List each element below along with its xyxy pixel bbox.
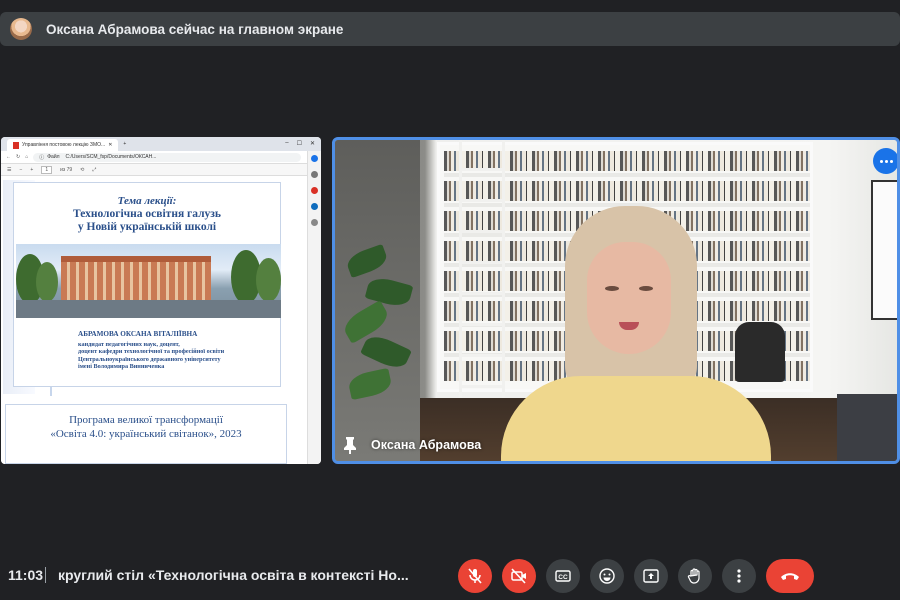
- second-slide: Програма великої трансформації «Освіта 4…: [5, 404, 287, 464]
- more-options-icon[interactable]: [873, 148, 897, 174]
- more-options-button[interactable]: [722, 559, 756, 593]
- emoji-icon: [599, 568, 615, 584]
- eye-decoration: [639, 286, 653, 291]
- address-url: C:/Users/SCM_fsp/Documents/ОКСАН...: [65, 154, 157, 160]
- info-icon: ⓘ: [39, 154, 45, 161]
- mic-off-icon: [468, 568, 482, 584]
- page-number-input[interactable]: 1: [41, 165, 53, 174]
- plant-decoration: [340, 240, 414, 410]
- add-icon[interactable]: [311, 219, 318, 226]
- leaf-decoration: [346, 367, 394, 401]
- author-line: Центральноукраїнського державного універ…: [78, 355, 221, 363]
- address-label: Файл: [47, 154, 60, 160]
- zoom-out-icon[interactable]: −: [19, 167, 22, 173]
- address-field[interactable]: ⓘ Файл C:/Users/SCM_fsp/Documents/ОКСАН.…: [33, 152, 301, 162]
- reload-icon[interactable]: ↻: [16, 154, 20, 160]
- browser-tab-label: Управління постовою лекцію ЗМО...: [22, 142, 106, 148]
- banner-text: Оксана Абрамова сейчас на главном экране: [46, 21, 344, 37]
- present-button[interactable]: [634, 559, 668, 593]
- lecture-heading: Тема лекції:: [117, 195, 177, 207]
- home-icon[interactable]: ⌂: [25, 154, 28, 160]
- camera-tile[interactable]: Оксана Абрамова: [332, 137, 900, 464]
- presentation-tile[interactable]: Управління постовою лекцію ЗМО... ✕ + – …: [1, 137, 321, 464]
- leaf-decoration: [360, 331, 412, 373]
- eye-decoration: [605, 286, 619, 291]
- pdf-icon: [13, 141, 19, 149]
- copilot-icon[interactable]: [311, 155, 318, 162]
- captions-icon: CC: [555, 570, 571, 582]
- title-slide: Тема лекції: Технологічна освітня галузь…: [13, 182, 281, 387]
- leave-call-button[interactable]: [766, 559, 814, 593]
- building-shape: [61, 256, 211, 300]
- zoom-in-icon[interactable]: +: [30, 167, 33, 173]
- raise-hand-button[interactable]: [678, 559, 712, 593]
- pdf-slide: Тема лекції: Технологічна освітня галузь…: [1, 176, 299, 464]
- ladder-decoration: [459, 140, 505, 410]
- address-bar: ← ↻ ⌂ ⓘ Файл C:/Users/SCM_fsp/Documents/…: [1, 151, 321, 164]
- rotate-icon[interactable]: ⟲: [80, 167, 84, 173]
- author-line: імені Володимира Винниченка: [78, 363, 165, 371]
- page-count: из 79: [60, 166, 73, 173]
- clock: 11:03: [8, 567, 44, 583]
- tools-icon[interactable]: [311, 187, 318, 194]
- program-title-line-2: «Освіта 4.0: український світанок», 2023: [50, 428, 242, 440]
- bottom-bar: 11:03 круглий стіл «Технологічна освіта …: [0, 555, 900, 595]
- mic-toggle-button[interactable]: [458, 559, 492, 593]
- close-tab-icon[interactable]: ✕: [108, 142, 112, 148]
- participant-name: Оксана Абрамова: [371, 438, 482, 452]
- menu-icon[interactable]: ☰: [7, 167, 11, 173]
- avatar: [10, 18, 32, 40]
- more-vert-icon: [737, 569, 741, 583]
- author-name: АБРАМОВА ОКСАНА ВІТАЛІЇВНА: [78, 330, 198, 338]
- tree-decoration: [36, 262, 58, 302]
- presenting-banner: Оксана Абрамова сейчас на главном экране: [0, 12, 900, 46]
- camera-off-icon: [511, 568, 526, 584]
- fit-icon[interactable]: ⤢: [92, 167, 96, 173]
- outlook-icon[interactable]: [311, 203, 318, 210]
- browser-tabbar: Управління постовою лекцію ЗМО... ✕ + – …: [1, 137, 321, 151]
- hand-icon: [687, 568, 700, 584]
- camera-toggle-button[interactable]: [502, 559, 536, 593]
- meeting-title: круглий стіл «Технологічна освіта в конт…: [58, 567, 409, 583]
- hang-up-icon: [781, 573, 799, 580]
- captions-button[interactable]: CC: [546, 559, 580, 593]
- browser-tab[interactable]: Управління постовою лекцію ЗМО... ✕: [7, 139, 119, 151]
- edge-sidebar: [307, 151, 321, 464]
- sofa-decoration: [837, 394, 897, 461]
- pin-icon[interactable]: [343, 436, 357, 454]
- maximize-icon[interactable]: ☐: [297, 140, 302, 147]
- program-title: Програма великої трансформації «Освіта 4…: [6, 413, 286, 441]
- lecture-title-line-1: Технологічна освітня галузь: [72, 208, 222, 220]
- leaf-decoration: [340, 300, 392, 344]
- author-line: доцент кафедри технологічної та професій…: [78, 348, 225, 356]
- pdf-toolbar: ☰ − + 1 из 79 ⟲ ⤢: [1, 164, 321, 176]
- author-block: АБРАМОВА ОКСАНА ВІТАЛІЇВНА кандидат педа…: [78, 330, 225, 371]
- search-icon[interactable]: [311, 171, 318, 178]
- participant-video: [501, 206, 771, 461]
- reactions-button[interactable]: [590, 559, 624, 593]
- mouth-decoration: [619, 322, 639, 330]
- university-photo: [16, 244, 281, 318]
- body-decoration: [501, 376, 771, 461]
- present-screen-icon: [643, 569, 659, 583]
- author-line: кандидат педагогічних наук, доцент,: [78, 340, 180, 348]
- svg-text:CC: CC: [558, 574, 568, 581]
- window-controls: – ☐ ✕: [285, 140, 315, 147]
- leaf-decoration: [344, 243, 390, 279]
- lecture-title: Технологічна освітня галузь у Новій укра…: [14, 208, 280, 234]
- face-decoration: [587, 242, 671, 354]
- minimize-icon[interactable]: –: [285, 140, 288, 147]
- separator: [45, 567, 46, 583]
- camera-video: [335, 140, 897, 461]
- square-decoration: [16, 300, 281, 318]
- tree-decoration: [256, 258, 281, 302]
- program-title-line-1: Програма великої трансформації: [69, 414, 223, 426]
- new-tab-icon[interactable]: +: [123, 141, 126, 147]
- lecture-title-line-2: у Новій українській школі: [77, 221, 217, 233]
- wall-art-decoration: [871, 180, 897, 320]
- close-window-icon[interactable]: ✕: [310, 140, 315, 147]
- back-icon[interactable]: ←: [6, 154, 11, 160]
